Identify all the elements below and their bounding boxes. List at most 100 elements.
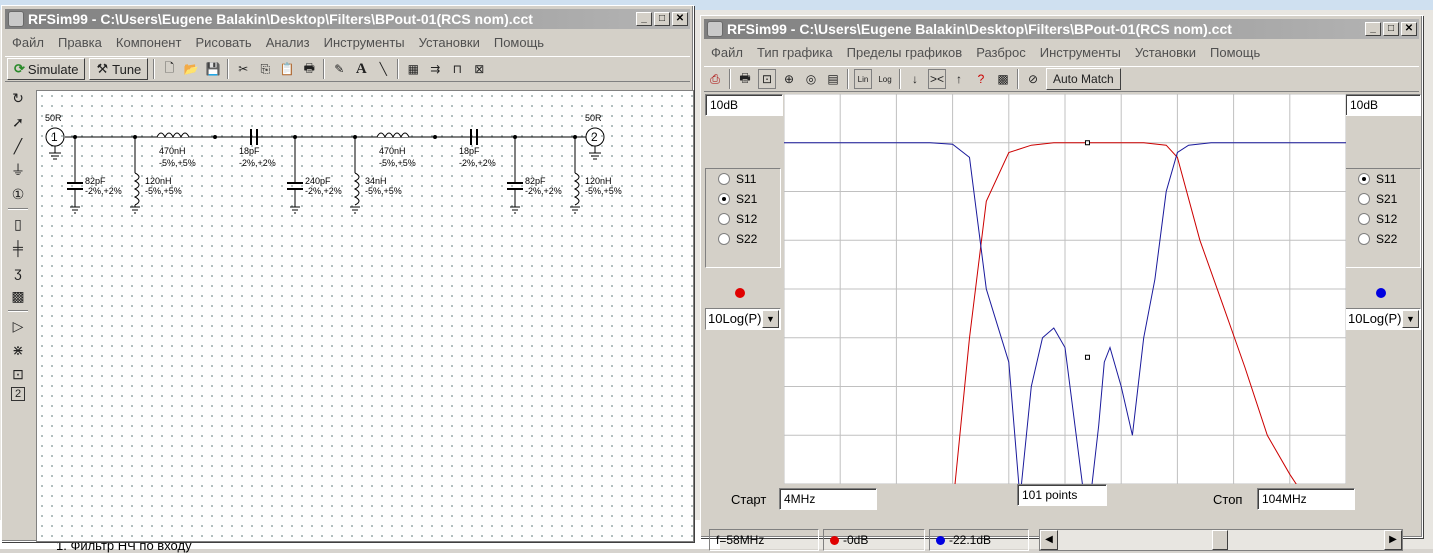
pointer-icon[interactable]: ➚ <box>9 111 27 133</box>
menu-help[interactable]: Помощь <box>487 35 551 50</box>
line-tool-icon[interactable]: ╲ <box>374 59 392 79</box>
start-field[interactable]: 4MHz <box>779 488 877 510</box>
left-radio-s12[interactable]: S12 <box>706 209 780 229</box>
export-icon[interactable]: ⎙ <box>706 69 724 89</box>
minimize-button[interactable]: _ <box>1365 22 1381 36</box>
menu-settings[interactable]: Установки <box>412 35 487 50</box>
marker-down-icon[interactable]: ↓ <box>906 69 924 89</box>
right-scale-field[interactable]: 10dB <box>1345 94 1421 116</box>
menu-help[interactable]: Помощь <box>1203 45 1267 60</box>
radio-button[interactable] <box>718 213 730 225</box>
linear-scale-icon[interactable]: Lin <box>854 69 872 89</box>
s-parameter-plot[interactable] <box>784 94 1346 484</box>
scroll-thumb[interactable] <box>1212 530 1228 550</box>
maximize-button[interactable]: □ <box>654 12 670 26</box>
points-field[interactable]: 101 points <box>1017 484 1107 506</box>
frequency-scrollbar[interactable]: ◀ ▶ <box>1039 529 1403 551</box>
marker-s21[interactable] <box>1084 140 1090 146</box>
port-icon[interactable]: ① <box>9 183 27 205</box>
stop-field[interactable]: 104MHz <box>1257 488 1355 510</box>
radio-button[interactable] <box>1358 213 1370 225</box>
radio-button[interactable] <box>718 233 730 245</box>
menu-graph-type[interactable]: Тип графика <box>750 45 840 60</box>
scroll-right-button[interactable]: ▶ <box>1384 530 1402 550</box>
open-file-icon[interactable]: 📂 <box>182 59 200 79</box>
smith-tool-icon[interactable]: ⇉ <box>426 59 444 79</box>
inductor-icon[interactable]: ʒ <box>9 261 27 283</box>
maximize-button[interactable]: □ <box>1383 22 1399 36</box>
left-mode-select[interactable]: 10Log(P) ▼ <box>705 308 781 330</box>
close-button[interactable]: ✕ <box>1401 22 1417 36</box>
graph-titlebar[interactable]: RFSim99 - C:\Users\Eugene Balakin\Deskto… <box>704 19 1419 39</box>
two-port-icon[interactable]: 2 <box>11 387 25 401</box>
radio-button[interactable] <box>718 173 730 185</box>
log-scale-icon[interactable]: Log <box>876 69 894 89</box>
chevron-down-icon[interactable]: ▼ <box>1402 310 1419 328</box>
radio-button[interactable] <box>718 193 730 205</box>
schematic-titlebar[interactable]: RFSim99 - C:\Users\Eugene Balakin\Deskto… <box>5 9 690 29</box>
filter-tool-icon[interactable]: ⊓ <box>448 59 466 79</box>
menu-component[interactable]: Компонент <box>109 35 189 50</box>
close-button[interactable]: ✕ <box>672 12 688 26</box>
schematic-canvas[interactable]: 50R 50R 1 2 470nH -5%,+5% 18pF -2%,+2% 4… <box>36 90 694 542</box>
amplifier-icon[interactable]: ▷ <box>9 315 27 337</box>
pen-icon[interactable]: ✎ <box>330 59 348 79</box>
wire-icon[interactable]: ╱ <box>9 135 27 157</box>
marker-s11[interactable] <box>1084 354 1090 360</box>
save-icon[interactable]: 💾 <box>204 59 222 79</box>
menu-file[interactable]: Файл <box>5 35 51 50</box>
transmission-line-icon[interactable]: ⋇ <box>9 339 27 361</box>
radio-button[interactable] <box>1358 173 1370 185</box>
marker-up-icon[interactable]: ↑ <box>950 69 968 89</box>
table-icon[interactable]: ▤ <box>824 69 842 89</box>
design-tool-icon[interactable]: ⊠ <box>470 59 488 79</box>
menu-graph-limits[interactable]: Пределы графиков <box>840 45 970 60</box>
left-radio-s22[interactable]: S22 <box>706 229 780 249</box>
smith-chart-icon[interactable]: ⊕ <box>780 69 798 89</box>
paste-icon[interactable]: 📋 <box>278 59 296 79</box>
text-tool-icon[interactable]: A <box>352 59 370 79</box>
print-icon[interactable]: 🖶 <box>736 69 754 89</box>
right-radio-s11[interactable]: S11 <box>1346 169 1420 189</box>
cut-icon[interactable]: ✂ <box>234 59 252 79</box>
radio-button[interactable] <box>1358 193 1370 205</box>
menu-file[interactable]: Файл <box>704 45 750 60</box>
resistor-icon[interactable]: ▯ <box>9 213 27 235</box>
help-marker-icon[interactable]: ? <box>972 69 990 89</box>
chevron-down-icon[interactable]: ▼ <box>762 310 779 328</box>
menu-spread[interactable]: Разброс <box>969 45 1033 60</box>
menu-edit[interactable]: Правка <box>51 35 109 50</box>
menu-settings[interactable]: Установки <box>1128 45 1203 60</box>
left-scale-field[interactable]: 10dB <box>705 94 783 116</box>
auto-match-button[interactable]: Auto Match <box>1046 68 1121 90</box>
right-radio-s21[interactable]: S21 <box>1346 189 1420 209</box>
menu-tools[interactable]: Инструменты <box>317 35 412 50</box>
menu-draw[interactable]: Рисовать <box>188 35 258 50</box>
menu-tools[interactable]: Инструменты <box>1033 45 1128 60</box>
rect-plot-icon[interactable]: ⊡ <box>758 69 776 89</box>
match-icon[interactable]: ⊘ <box>1024 69 1042 89</box>
monte-carlo-icon[interactable]: ▩ <box>994 69 1012 89</box>
minimize-button[interactable]: _ <box>636 12 652 26</box>
print-icon[interactable]: 🖶 <box>300 59 318 79</box>
capacitor-icon[interactable]: ╪ <box>9 237 27 259</box>
radio-button[interactable] <box>1358 233 1370 245</box>
box-icon[interactable]: ⊡ <box>9 363 27 385</box>
menu-analysis[interactable]: Анализ <box>259 35 317 50</box>
copy-icon[interactable]: ⎘ <box>256 59 274 79</box>
scroll-left-button[interactable]: ◀ <box>1040 530 1058 550</box>
right-radio-s22[interactable]: S22 <box>1346 229 1420 249</box>
transformer-icon[interactable]: ▩ <box>9 285 27 307</box>
right-mode-select[interactable]: 10Log(P) ▼ <box>1345 308 1421 330</box>
marker-between-icon[interactable]: >< <box>928 69 946 89</box>
rotate-icon[interactable]: ↻ <box>9 87 27 109</box>
polar-chart-icon[interactable]: ◎ <box>802 69 820 89</box>
right-radio-s12[interactable]: S12 <box>1346 209 1420 229</box>
calculator-icon[interactable]: ▦ <box>404 59 422 79</box>
simulate-button[interactable]: ⟳ Simulate <box>7 58 86 80</box>
ground-icon[interactable]: ⏚ <box>9 159 27 181</box>
left-radio-s11[interactable]: S11 <box>706 169 780 189</box>
new-file-icon[interactable]: 🗋 <box>160 59 178 79</box>
left-radio-s21[interactable]: S21 <box>706 189 780 209</box>
tune-button[interactable]: ⚒ Tune <box>89 58 149 80</box>
